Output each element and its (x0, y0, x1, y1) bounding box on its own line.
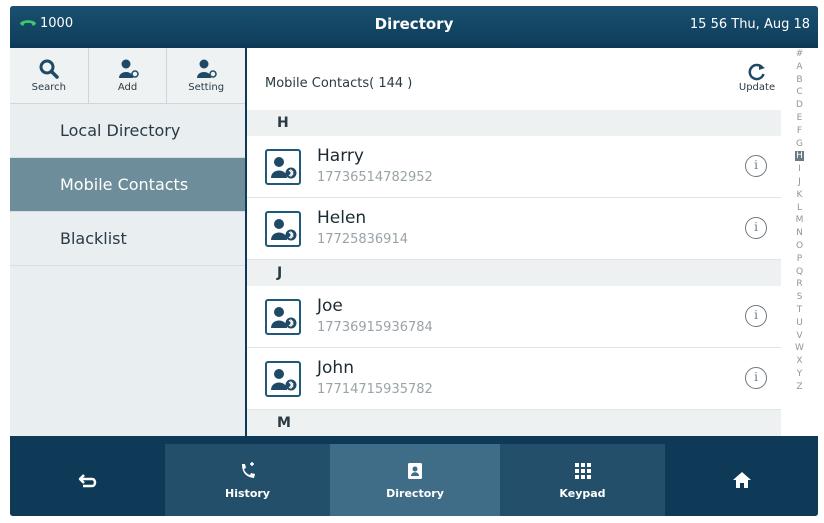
list-header: Mobile Contacts( 144 ) Update (247, 48, 781, 110)
directory-icon (408, 462, 422, 479)
info-icon[interactable]: i (745, 305, 767, 327)
contact-settings-icon (197, 59, 217, 78)
history-label: History (225, 486, 270, 500)
alphabet-letter[interactable]: W (781, 342, 818, 355)
bluetooth-contact-icon (265, 211, 301, 247)
keypad-icon (574, 462, 591, 479)
setting-button[interactable]: Setting (167, 48, 245, 103)
alphabet-letter[interactable]: D (781, 99, 818, 112)
bluetooth-contact-icon (265, 299, 301, 335)
directory-label: Directory (386, 486, 444, 500)
alphabet-index[interactable]: # A B C D E F G H I J K L M N O P Q R S T U V W X Y Z (781, 48, 818, 436)
contact-number: 17714715935782 (317, 382, 433, 397)
info-icon[interactable]: i (745, 155, 767, 177)
update-label: Update (738, 82, 776, 93)
alphabet-letter[interactable]: # (781, 48, 818, 61)
contact-list-panel: Mobile Contacts( 144 ) Update H Harry 17… (247, 48, 781, 436)
alphabet-letter[interactable]: N (781, 227, 818, 240)
screen: 1000 Directory 15 56 Thu, Aug 18 Search (10, 6, 818, 516)
back-arrow-icon (78, 474, 96, 488)
contact-number: 17725836914 (317, 232, 408, 247)
info-icon[interactable]: i (745, 217, 767, 239)
contact-number: 17736514782952 (317, 170, 433, 185)
status-bar: 1000 Directory 15 56 Thu, Aug 18 (10, 6, 818, 44)
contact-row[interactable]: Harry 17736514782952 i (247, 136, 781, 198)
alphabet-letter[interactable]: A (781, 61, 818, 74)
contact-row[interactable]: Joe 17736915936784 i (247, 286, 781, 348)
search-icon (39, 59, 59, 79)
bottom-bar: History Directory Keypad (10, 444, 818, 516)
contact-number: 17736915936784 (317, 320, 433, 335)
contact-name: Harry (317, 146, 364, 166)
nav-item-blacklist[interactable]: Blacklist (10, 212, 245, 266)
update-button[interactable]: Update (735, 62, 779, 93)
alphabet-letter[interactable]: G (781, 138, 818, 151)
history-icon (241, 461, 255, 478)
contact-row[interactable]: Helen 17725836914 i (247, 198, 781, 260)
nav-item-mobile-contacts[interactable]: Mobile Contacts (10, 158, 245, 212)
tab-directory[interactable]: Directory (330, 444, 500, 516)
search-label: Search (31, 82, 67, 93)
alphabet-letter[interactable]: R (781, 278, 818, 291)
search-button[interactable]: Search (10, 48, 89, 103)
alphabet-letter[interactable]: E (781, 112, 818, 125)
alphabet-letter[interactable]: I (781, 163, 818, 176)
list-title: Mobile Contacts( 144 ) (265, 76, 413, 91)
alphabet-letter[interactable]: Y (781, 368, 818, 381)
home-icon (732, 472, 751, 488)
phone-device: 1000 Directory 15 56 Thu, Aug 18 Search (0, 0, 824, 523)
group-header-j: J (247, 260, 781, 286)
bluetooth-contact-icon (265, 361, 301, 397)
alphabet-letter[interactable]: K (781, 189, 818, 202)
info-icon[interactable]: i (745, 367, 767, 389)
setting-label: Setting (188, 82, 225, 93)
alphabet-letter[interactable]: C (781, 86, 818, 99)
alphabet-letter[interactable]: V (781, 330, 818, 343)
refresh-icon (748, 63, 765, 81)
group-header-m: M (247, 410, 781, 436)
alphabet-letter[interactable]: P (781, 253, 818, 266)
alphabet-letter[interactable]: H (781, 150, 818, 163)
tab-keypad[interactable]: Keypad (500, 444, 665, 516)
left-panel: Search Add Setting Local Directory Mobil… (10, 48, 245, 436)
add-contact-icon (118, 59, 139, 78)
alphabet-letter[interactable]: S (781, 291, 818, 304)
toolbar: Search Add Setting (10, 48, 245, 104)
contact-name: Helen (317, 208, 367, 228)
alphabet-letter[interactable]: F (781, 125, 818, 138)
alphabet-letter[interactable]: T (781, 304, 818, 317)
home-button[interactable] (665, 444, 818, 516)
alphabet-letter[interactable]: L (781, 202, 818, 215)
alphabet-letter[interactable]: J (781, 176, 818, 189)
datetime: 15 56 Thu, Aug 18 (689, 17, 810, 32)
alphabet-letter[interactable]: Z (781, 381, 818, 394)
alphabet-letter[interactable]: X (781, 355, 818, 368)
bluetooth-contact-icon (265, 149, 301, 185)
alphabet-letter[interactable]: B (781, 74, 818, 87)
alphabet-letter[interactable]: O (781, 240, 818, 253)
tab-history[interactable]: History (165, 444, 330, 516)
keypad-label: Keypad (559, 486, 606, 500)
add-button[interactable]: Add (89, 48, 168, 103)
alphabet-letter[interactable]: Q (781, 266, 818, 279)
back-button[interactable] (10, 444, 165, 516)
contact-name: John (317, 358, 354, 378)
alphabet-letter[interactable]: M (781, 214, 818, 227)
group-header-h: H (247, 110, 781, 136)
alphabet-letter[interactable]: U (781, 317, 818, 330)
contact-name: Joe (317, 296, 343, 316)
add-label: Add (117, 82, 138, 93)
nav-item-local-directory[interactable]: Local Directory (10, 104, 245, 158)
contact-row[interactable]: John 17714715935782 i (247, 348, 781, 410)
